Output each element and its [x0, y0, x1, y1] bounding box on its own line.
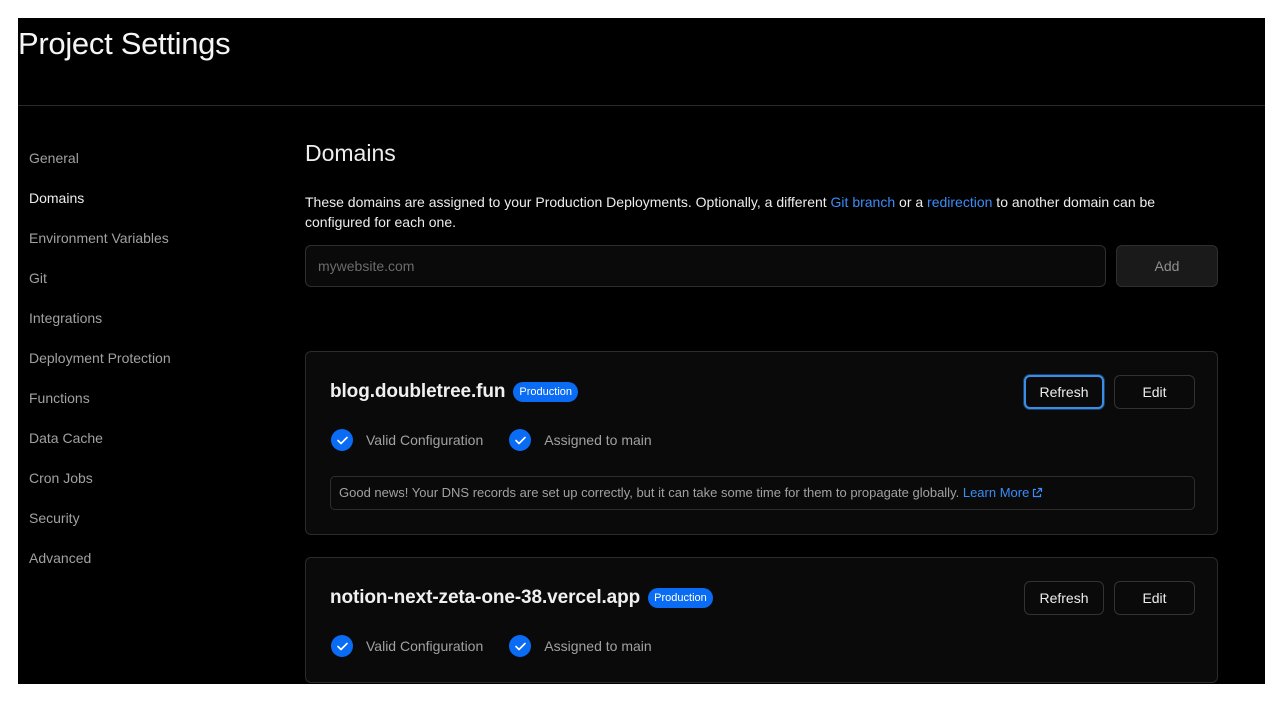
production-badge: Production: [513, 382, 579, 402]
page-title: Project Settings: [18, 26, 231, 61]
section-title: Domains: [305, 140, 396, 166]
sidebar-item-general[interactable]: General: [29, 142, 259, 182]
production-badge: Production: [648, 588, 713, 608]
learn-more-link[interactable]: Learn More: [963, 485, 1043, 500]
check-circle-icon: [509, 429, 532, 451]
settings-window: Project Settings General Domains Environ…: [18, 18, 1265, 684]
domains-section: Domains These domains are assigned to yo…: [305, 140, 1218, 683]
status-row: Valid Configuration Assigned to main: [331, 429, 678, 451]
status-valid-configuration: Valid Configuration: [331, 429, 483, 451]
status-label: Valid Configuration: [366, 638, 484, 654]
add-domain-row: Add: [305, 245, 1218, 287]
domain-name[interactable]: notion-next-zeta-one-38.vercel.app: [330, 587, 640, 609]
sidebar-nav: General Domains Environment Variables Gi…: [29, 142, 259, 582]
redirection-link[interactable]: redirection: [927, 194, 992, 210]
sidebar-item-git[interactable]: Git: [29, 262, 259, 302]
domain-card: blog.doubletree.fun Production Refresh E…: [305, 351, 1218, 535]
description-text-start: These domains are assigned to your Produ…: [305, 194, 831, 210]
domain-card: notion-next-zeta-one-38.vercel.app Produ…: [305, 557, 1218, 683]
refresh-button[interactable]: Refresh: [1024, 581, 1104, 615]
dns-info-text: Good news! Your DNS records are set up c…: [339, 485, 963, 500]
sidebar-item-environment-variables[interactable]: Environment Variables: [29, 222, 259, 262]
dns-info-box: Good news! Your DNS records are set up c…: [330, 476, 1195, 510]
check-circle-icon: [509, 635, 532, 657]
status-row: Valid Configuration Assigned to main: [331, 635, 678, 657]
git-branch-link[interactable]: Git branch: [831, 194, 896, 210]
check-circle-icon: [331, 429, 353, 451]
sidebar-item-advanced[interactable]: Advanced: [29, 542, 259, 582]
status-label: Assigned to main: [544, 432, 652, 448]
description-text-middle: or a: [895, 194, 928, 210]
domain-name[interactable]: blog.doubletree.fun: [330, 381, 506, 403]
add-domain-button[interactable]: Add: [1116, 245, 1218, 287]
sidebar-item-domains[interactable]: Domains: [29, 182, 259, 222]
edit-button[interactable]: Edit: [1114, 581, 1195, 615]
edit-button[interactable]: Edit: [1114, 375, 1195, 409]
status-label: Valid Configuration: [366, 432, 484, 448]
sidebar-item-deployment-protection[interactable]: Deployment Protection: [29, 342, 259, 382]
status-label: Assigned to main: [544, 638, 652, 654]
domain-card-header: blog.doubletree.fun Production: [330, 379, 579, 405]
sidebar-item-security[interactable]: Security: [29, 502, 259, 542]
sidebar-item-functions[interactable]: Functions: [29, 382, 259, 422]
external-link-icon: [1031, 479, 1043, 511]
status-assigned-branch: Assigned to main: [509, 429, 652, 451]
sidebar-item-data-cache[interactable]: Data Cache: [29, 422, 259, 462]
domain-input[interactable]: [305, 245, 1106, 287]
domain-card-header: notion-next-zeta-one-38.vercel.app Produ…: [330, 585, 713, 611]
status-valid-configuration: Valid Configuration: [331, 635, 483, 657]
check-circle-icon: [331, 635, 353, 657]
domains-description: These domains are assigned to your Produ…: [305, 192, 1205, 232]
status-assigned-branch: Assigned to main: [509, 635, 652, 657]
sidebar-item-cron-jobs[interactable]: Cron Jobs: [29, 462, 259, 502]
learn-more-label: Learn More: [962, 485, 1030, 500]
refresh-button[interactable]: Refresh: [1024, 375, 1104, 409]
header-divider: [18, 105, 1265, 106]
sidebar-item-integrations[interactable]: Integrations: [29, 302, 259, 342]
